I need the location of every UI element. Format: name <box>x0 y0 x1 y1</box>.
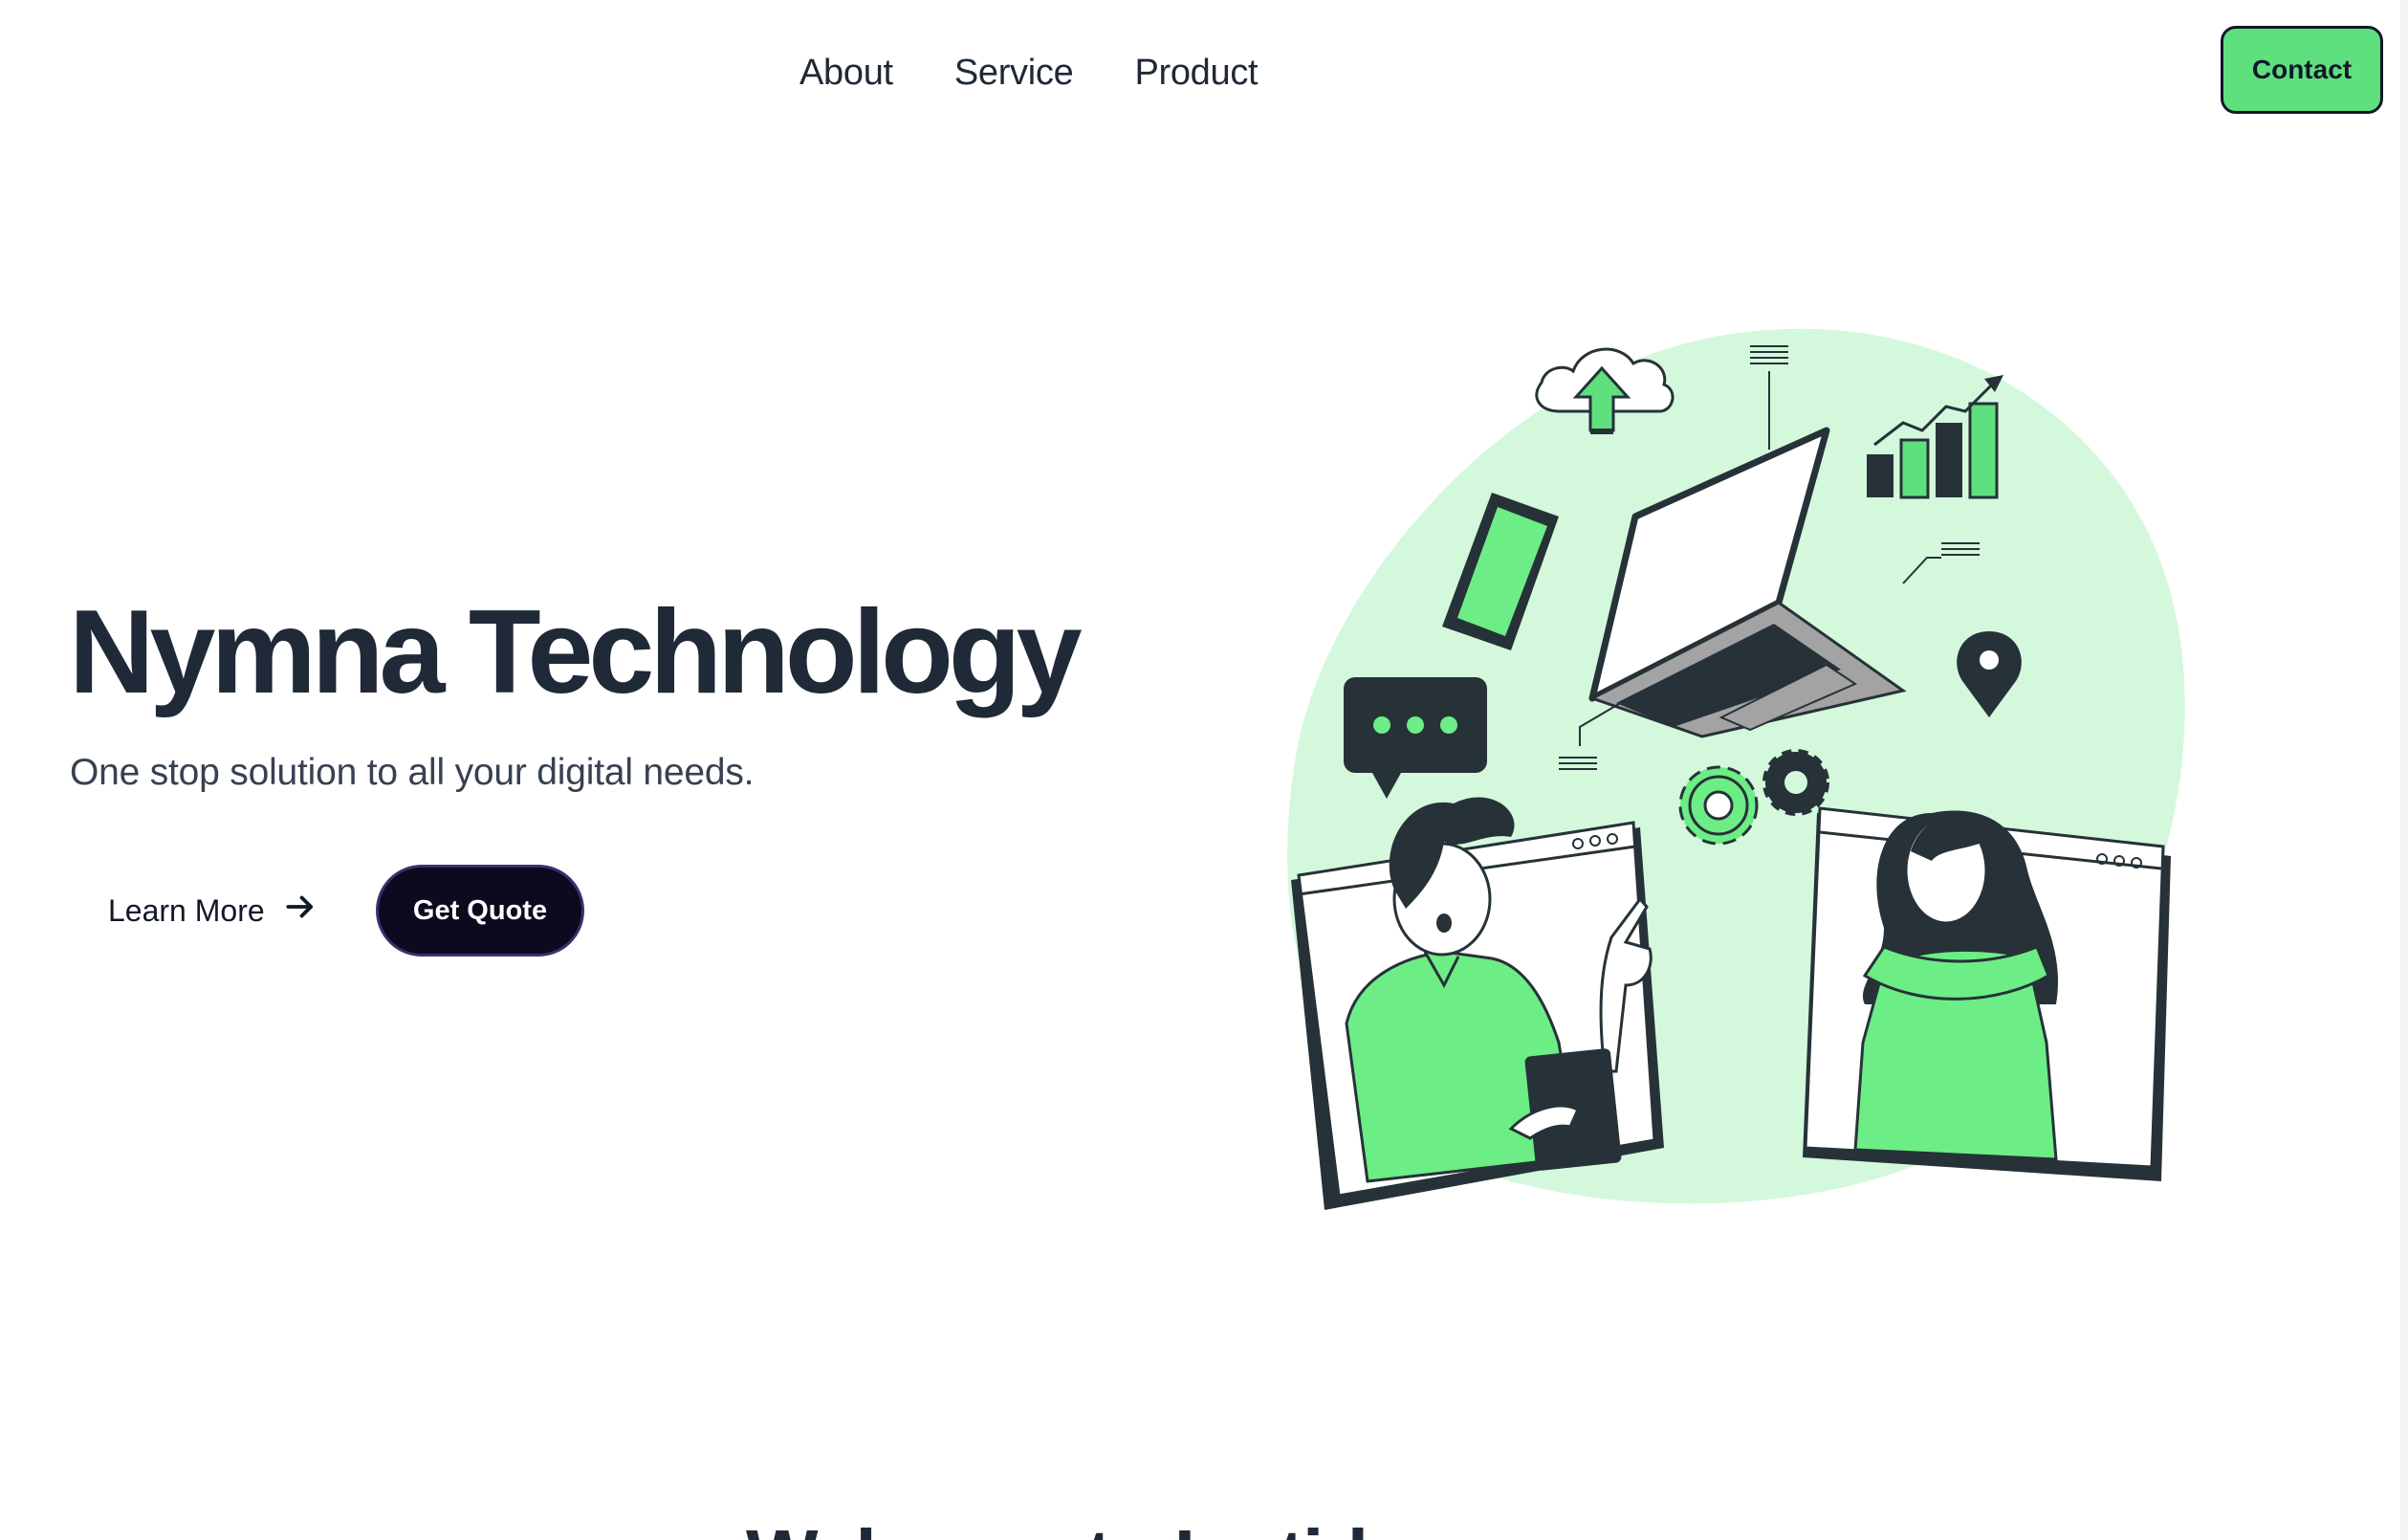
learn-more-label: Learn More <box>108 892 265 928</box>
arrow-right-icon <box>282 889 318 933</box>
scrollbar[interactable] <box>2400 0 2408 1540</box>
contact-button[interactable]: Contact <box>2221 26 2383 114</box>
main-nav: About Service Product <box>799 46 1259 99</box>
nav-link-service[interactable]: Service <box>954 53 1074 94</box>
section-heading: Welcome to Instide <box>746 1513 1410 1540</box>
hero-title: Nymna Technology <box>69 586 1083 718</box>
nav-link-product[interactable]: Product <box>1134 53 1258 94</box>
nav-link-about[interactable]: About <box>799 53 893 94</box>
hero-subtitle: One stop solution to all your digital ne… <box>70 752 755 793</box>
get-quote-button[interactable]: Get Quote <box>376 865 584 957</box>
woman-video-window <box>1803 806 2171 1181</box>
landing-page: About Service Product Contact Nymna Tech… <box>0 0 2408 1540</box>
gear-icon <box>1762 749 1829 816</box>
gear-icon <box>1678 765 1759 846</box>
learn-more-link[interactable]: Learn More <box>108 888 318 934</box>
hero-illustration <box>1272 316 2209 1234</box>
